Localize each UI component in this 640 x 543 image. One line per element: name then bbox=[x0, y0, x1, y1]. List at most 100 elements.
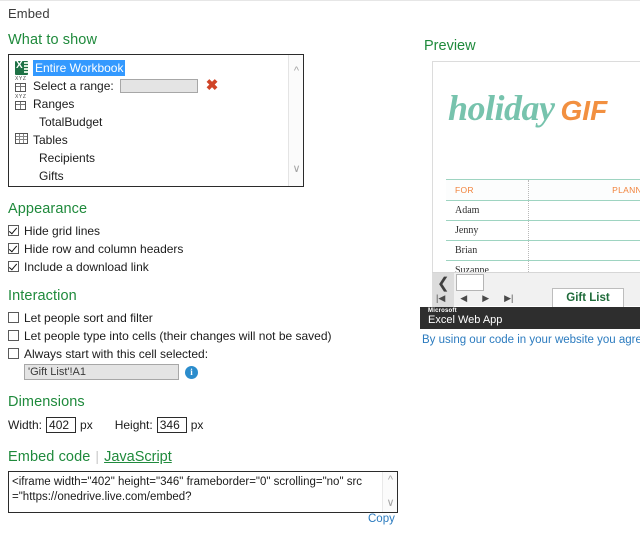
embed-dialog: Embed What to show Entire Workbook XYZ S… bbox=[0, 0, 640, 543]
logo-primary-text: holiday bbox=[448, 88, 555, 128]
javascript-tab[interactable]: JavaScript bbox=[104, 449, 172, 465]
chevron-down-icon[interactable]: ∨ bbox=[289, 164, 304, 175]
list-item-label: TotalBudget bbox=[39, 115, 103, 129]
list-item-label: Entire Workbook bbox=[33, 60, 126, 76]
agreement-link[interactable]: By using our code in your website you ag… bbox=[422, 334, 640, 346]
list-item-label: Recipients bbox=[39, 151, 96, 165]
table-cell-percent: 30% bbox=[527, 200, 640, 221]
name-box[interactable] bbox=[456, 274, 484, 291]
listbox-scrollbar[interactable]: ^ ∨ bbox=[288, 55, 303, 186]
table-cell-name: Jenny bbox=[446, 220, 529, 241]
dimensions-row: Width: px Height: px bbox=[8, 416, 410, 434]
excel-icon bbox=[15, 60, 29, 75]
preview-table: FOR PLANNED % OF Adam 30% Jenny 30% Bria… bbox=[446, 179, 640, 281]
checkbox-label: Hide grid lines bbox=[24, 223, 101, 238]
nav-last-icon[interactable]: ▶| bbox=[504, 292, 513, 304]
range-icon: XYZ bbox=[15, 95, 29, 111]
table-cell-percent: 30% bbox=[527, 220, 640, 241]
appearance-heading: Appearance bbox=[8, 201, 88, 217]
height-unit: px bbox=[190, 418, 204, 432]
table-row: Adam 30% bbox=[446, 200, 640, 221]
nav-next-icon[interactable]: ▶ bbox=[482, 292, 489, 304]
embed-code-scrollbar[interactable]: ^ ∨ bbox=[382, 472, 397, 512]
list-item-ranges[interactable]: XYZ Ranges bbox=[15, 95, 283, 112]
checkbox-start-cell-selected[interactable]: Always start with this cell selected: bbox=[8, 346, 410, 361]
chevron-up-icon[interactable]: ^ bbox=[289, 66, 304, 77]
list-item-totalbudget[interactable]: TotalBudget bbox=[15, 114, 283, 130]
list-item-label: Ranges bbox=[33, 97, 75, 111]
chevron-left-icon[interactable]: ❮ bbox=[437, 274, 450, 292]
logo-secondary-text: GIF bbox=[560, 95, 608, 126]
nav-prev-icon[interactable]: ◀ bbox=[460, 292, 467, 304]
interaction-heading: Interaction bbox=[8, 288, 77, 304]
table-header-row: FOR PLANNED % OF bbox=[446, 179, 640, 201]
listbox-items: Entire Workbook XYZ Select a range: ✖ XY… bbox=[9, 55, 283, 186]
list-item-entire-workbook[interactable]: Entire Workbook bbox=[15, 60, 283, 76]
checkbox-icon[interactable] bbox=[8, 261, 19, 272]
what-to-show-listbox[interactable]: Entire Workbook XYZ Select a range: ✖ XY… bbox=[8, 54, 304, 187]
preview-heading: Preview bbox=[424, 38, 476, 54]
embed-code-header: Embed code | JavaScript bbox=[8, 448, 410, 465]
excel-web-app-brand-bar: Microsoft Excel Web App bbox=[420, 307, 640, 329]
start-cell-input[interactable] bbox=[24, 364, 179, 380]
nav-first-icon[interactable]: |◀ bbox=[436, 292, 445, 304]
checkbox-icon[interactable] bbox=[8, 243, 19, 254]
table-row: Jenny 30% bbox=[446, 220, 640, 241]
table-header-cell: FOR bbox=[446, 179, 529, 201]
start-cell-row: i bbox=[24, 364, 410, 380]
checkbox-icon[interactable] bbox=[8, 330, 19, 341]
embed-code-heading: Embed code bbox=[8, 449, 91, 465]
width-label: Width: bbox=[8, 418, 43, 432]
settings-column: What to show Entire Workbook XYZ Select … bbox=[0, 32, 410, 529]
checkbox-label: Include a download link bbox=[24, 259, 149, 274]
brand-excel-web-app: Excel Web App bbox=[428, 314, 503, 326]
preview-logo: holiday GIF bbox=[448, 87, 607, 129]
checkbox-sort-and-filter[interactable]: Let people sort and filter bbox=[8, 310, 410, 325]
checkbox-icon[interactable] bbox=[8, 225, 19, 236]
checkbox-icon[interactable] bbox=[8, 312, 19, 323]
table-cell-name: Brian bbox=[446, 240, 529, 261]
list-item-label: Gifts bbox=[39, 169, 64, 183]
top-divider bbox=[0, 0, 640, 1]
sheet-tab-gift-list[interactable]: Gift List bbox=[552, 288, 624, 307]
checkbox-hide-grid-lines[interactable]: Hide grid lines bbox=[8, 223, 410, 238]
checkbox-type-into-cells[interactable]: Let people type into cells (their change… bbox=[8, 328, 410, 343]
chevron-up-icon[interactable]: ^ bbox=[383, 475, 398, 486]
checkbox-label: Hide row and column headers bbox=[24, 241, 184, 256]
chevron-down-icon[interactable]: ∨ bbox=[383, 498, 398, 509]
preview-frame: holidayGIF FOR PLANNED % OF Adam 30% Jen… bbox=[432, 61, 640, 307]
table-header-cell: PLANNED % OF bbox=[527, 179, 640, 201]
preview-sheet-bar: ❮ |◀ ◀ ▶ ▶| Gift List bbox=[432, 272, 640, 307]
checkbox-include-download-link[interactable]: Include a download link bbox=[8, 259, 410, 274]
checkbox-label: Let people type into cells (their change… bbox=[24, 328, 332, 343]
checkbox-label: Always start with this cell selected: bbox=[24, 346, 209, 361]
table-row: Brian 20% bbox=[446, 240, 640, 261]
width-input[interactable] bbox=[46, 417, 77, 433]
clear-range-icon[interactable]: ✖ bbox=[206, 78, 219, 93]
list-item-label: Select a range: bbox=[33, 79, 114, 93]
list-item-select-a-range[interactable]: XYZ Select a range: ✖ bbox=[15, 77, 283, 94]
height-input[interactable] bbox=[156, 417, 187, 433]
list-item-tables[interactable]: Tables bbox=[15, 132, 283, 148]
table-cell-percent: 20% bbox=[527, 240, 640, 261]
checkbox-label: Let people sort and filter bbox=[24, 310, 153, 325]
range-icon: XYZ bbox=[15, 77, 29, 93]
info-icon[interactable]: i bbox=[185, 365, 198, 379]
embed-code-textarea[interactable]: <iframe width="402" height="346" framebo… bbox=[8, 471, 398, 513]
range-input[interactable] bbox=[119, 79, 198, 93]
list-item-recipients[interactable]: Recipients bbox=[15, 150, 283, 166]
what-to-show-heading: What to show bbox=[8, 32, 98, 48]
table-cell-name: Adam bbox=[446, 200, 529, 221]
table-icon bbox=[15, 133, 29, 147]
list-item-label: Tables bbox=[33, 133, 68, 147]
embed-code-text: <iframe width="402" height="346" framebo… bbox=[12, 476, 363, 503]
list-item-gifts[interactable]: Gifts bbox=[15, 168, 283, 184]
checkbox-hide-row-column-headers[interactable]: Hide row and column headers bbox=[8, 241, 410, 256]
copy-link[interactable]: Copy bbox=[368, 513, 395, 525]
height-label: Height: bbox=[114, 418, 153, 432]
width-unit: px bbox=[80, 418, 93, 432]
dialog-title: Embed bbox=[8, 6, 50, 21]
sheet-nav-buttons: |◀ ◀ ▶ ▶| bbox=[436, 292, 513, 304]
checkbox-icon[interactable] bbox=[8, 348, 19, 359]
header-separator: | bbox=[95, 448, 100, 464]
